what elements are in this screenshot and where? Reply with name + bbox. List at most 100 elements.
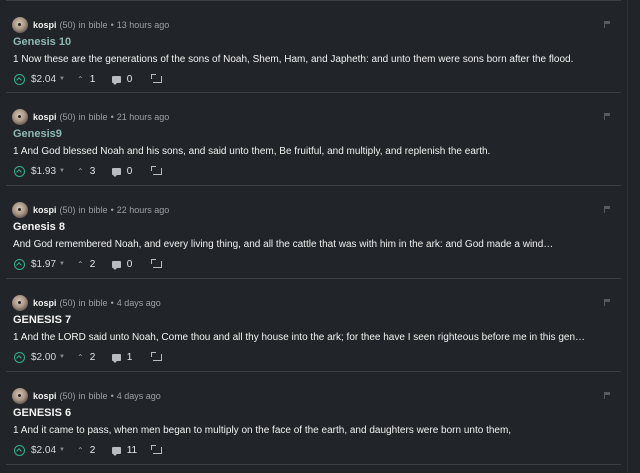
comment-icon[interactable] [111, 446, 121, 456]
voters-chevron-up-icon[interactable]: ⌃ [77, 167, 84, 176]
avatar[interactable] [12, 202, 28, 218]
community-link[interactable]: bible [89, 391, 108, 401]
chevron-down-icon[interactable]: ▼ [59, 261, 77, 267]
post-summary[interactable]: 1 Now these are the generations of the s… [13, 54, 621, 65]
reblog-icon[interactable] [150, 444, 162, 454]
community-link[interactable]: bible [89, 112, 108, 122]
separator-dot: • [110, 391, 114, 401]
in-label: in [78, 112, 86, 122]
separator-dot: • [110, 112, 114, 122]
separator-dot: • [110, 20, 114, 30]
voters-chevron-up-icon[interactable]: ⌃ [77, 446, 84, 455]
author-link[interactable]: kospi [33, 298, 57, 308]
payout-value[interactable]: $1.93 [31, 166, 56, 177]
in-label: in [78, 298, 86, 308]
flag-icon[interactable] [604, 206, 611, 213]
post-card: kospi (50) in bible • 21 hours ago Genes… [6, 93, 621, 186]
reblog-icon[interactable] [150, 73, 162, 83]
payout-value[interactable]: $2.00 [31, 352, 56, 363]
author-link[interactable]: kospi [33, 205, 57, 215]
post-card: kospi (50) in bible • 4 days ago GENESIS… [6, 279, 621, 372]
post-summary[interactable]: 1 And God blessed Noah and his sons, and… [13, 146, 621, 157]
reputation-badge: (50) [59, 20, 76, 30]
comment-count[interactable]: 0 [127, 166, 153, 177]
post-feed: kospi (50) in bible • 13 hours ago Genes… [0, 0, 628, 473]
post-summary[interactable]: 1 And the LORD said unto Noah, Come thou… [13, 332, 621, 343]
reputation-badge: (50) [59, 112, 76, 122]
reblog-icon[interactable] [150, 351, 162, 361]
chevron-down-icon[interactable]: ▼ [59, 354, 77, 360]
flag-icon[interactable] [604, 392, 611, 399]
in-label: in [78, 391, 86, 401]
post-meta: kospi (50) in bible • 21 hours ago [12, 108, 169, 126]
post-timestamp[interactable]: 13 hours ago [117, 20, 170, 30]
author-link[interactable]: kospi [33, 112, 57, 122]
post-title[interactable]: Genesis 10 [13, 36, 71, 48]
payout-value[interactable]: $2.04 [31, 445, 56, 456]
voters-chevron-up-icon[interactable]: ⌃ [77, 75, 84, 84]
avatar[interactable] [12, 388, 28, 404]
vote-count[interactable]: 2 [90, 352, 112, 363]
upvote-icon[interactable] [14, 258, 25, 270]
reblog-icon[interactable] [150, 165, 162, 175]
upvote-icon[interactable] [14, 351, 25, 363]
post-title[interactable]: GENESIS 7 [13, 314, 71, 326]
post-timestamp[interactable]: 22 hours ago [117, 205, 170, 215]
upvote-icon[interactable] [14, 73, 25, 85]
avatar[interactable] [12, 17, 28, 33]
vote-count[interactable]: 2 [90, 445, 112, 456]
separator-dot: • [110, 298, 114, 308]
post-meta: kospi (50) in bible • 4 days ago [12, 294, 161, 312]
post-timestamp[interactable]: 4 days ago [117, 391, 161, 401]
payout-value[interactable]: $1.97 [31, 259, 56, 270]
reputation-badge: (50) [59, 391, 76, 401]
vote-count[interactable]: 2 [90, 259, 112, 270]
post-title[interactable]: GENESIS 6 [13, 407, 71, 419]
post-summary[interactable]: And God remembered Noah, and every livin… [13, 239, 621, 250]
chevron-down-icon[interactable]: ▼ [59, 447, 77, 453]
comment-icon[interactable] [111, 75, 121, 85]
community-link[interactable]: bible [89, 298, 108, 308]
community-link[interactable]: bible [89, 205, 108, 215]
flag-icon[interactable] [604, 299, 611, 306]
post-card: kospi (50) in bible • 4 days ago GENESIS… [6, 372, 621, 465]
comment-icon[interactable] [111, 167, 121, 177]
author-link[interactable]: kospi [33, 391, 57, 401]
post-meta: kospi (50) in bible • 4 days ago [12, 387, 161, 405]
voters-chevron-up-icon[interactable]: ⌃ [77, 353, 84, 362]
comment-count[interactable]: 0 [127, 74, 153, 85]
post-card: kospi (50) in bible • 13 hours ago Genes… [6, 0, 621, 93]
post-title[interactable]: Genesis 8 [13, 221, 65, 233]
author-link[interactable]: kospi [33, 20, 57, 30]
post-meta: kospi (50) in bible • 13 hours ago [12, 16, 169, 34]
comment-count[interactable]: 11 [127, 445, 153, 456]
post-summary[interactable]: 1 And it came to pass, when men began to… [13, 425, 621, 436]
post-actions: $1.97 ▼ ⌃ 2 0 [14, 256, 162, 272]
post-card: kospi (50) in bible • 22 hours ago Genes… [6, 186, 621, 279]
comment-count[interactable]: 0 [127, 259, 153, 270]
post-meta: kospi (50) in bible • 22 hours ago [12, 201, 169, 219]
voters-chevron-up-icon[interactable]: ⌃ [77, 260, 84, 269]
upvote-icon[interactable] [14, 165, 25, 177]
community-link[interactable]: bible [89, 20, 108, 30]
post-timestamp[interactable]: 4 days ago [117, 298, 161, 308]
upvote-icon[interactable] [14, 444, 25, 456]
comment-icon[interactable] [111, 260, 121, 270]
reblog-icon[interactable] [150, 258, 162, 268]
payout-value[interactable]: $2.04 [31, 74, 56, 85]
flag-icon[interactable] [604, 21, 611, 28]
separator-dot: • [110, 205, 114, 215]
avatar[interactable] [12, 295, 28, 311]
reputation-badge: (50) [59, 205, 76, 215]
chevron-down-icon[interactable]: ▼ [59, 168, 77, 174]
vote-count[interactable]: 1 [90, 74, 112, 85]
flag-icon[interactable] [604, 113, 611, 120]
comment-count[interactable]: 1 [127, 352, 153, 363]
post-timestamp[interactable]: 21 hours ago [117, 112, 170, 122]
vote-count[interactable]: 3 [90, 166, 112, 177]
post-actions: $2.04 ▼ ⌃ 1 0 [14, 71, 162, 87]
avatar[interactable] [12, 109, 28, 125]
comment-icon[interactable] [111, 353, 121, 363]
post-title[interactable]: Genesis9 [13, 128, 62, 140]
chevron-down-icon[interactable]: ▼ [59, 76, 77, 82]
